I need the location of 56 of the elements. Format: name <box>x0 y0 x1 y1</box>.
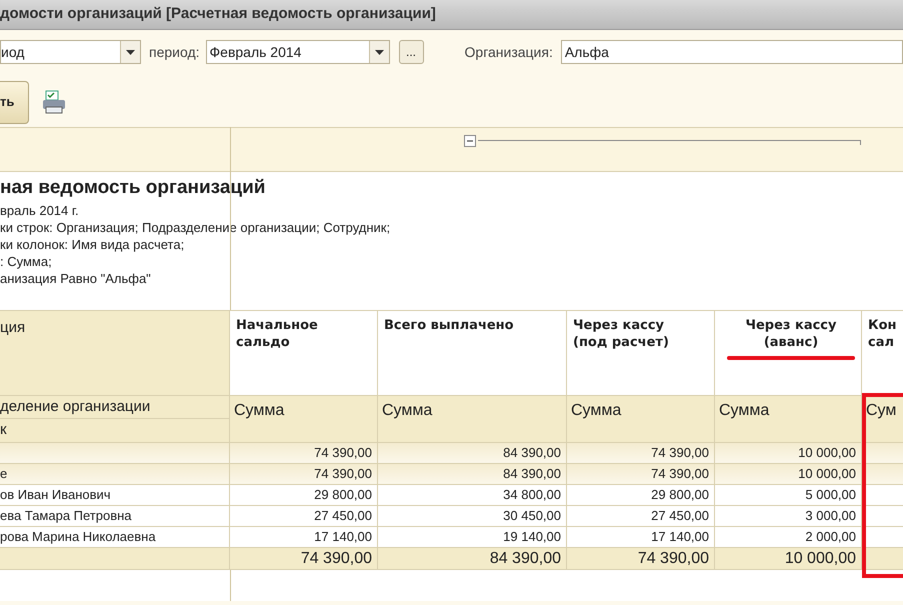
report-title: ная ведомость организаций <box>0 176 266 200</box>
column-header: Сумма <box>715 396 862 442</box>
window-title: домости организаций [Расчетная ведомость организации] <box>0 4 436 24</box>
column-header: Сумма <box>567 396 715 442</box>
amount-cell: 84 390,00 <box>378 443 567 463</box>
amount-cell: 2 000,00 <box>715 527 862 547</box>
amount-cell: 29 800,00 <box>567 485 715 505</box>
organization-label: Организация: <box>464 42 553 62</box>
amount-cell: 30 450,00 <box>378 506 567 526</box>
more-button[interactable]: ... <box>398 40 424 64</box>
amount-cell: 27 450,00 <box>230 506 378 526</box>
column-header: Сум <box>862 396 903 442</box>
report-parameter: враль 2014 г. <box>0 202 79 219</box>
amount-cell: 84 390,00 <box>378 548 567 569</box>
collapse-icon[interactable] <box>464 135 476 147</box>
amount-cell: 74 390,00 <box>230 548 378 569</box>
report-parameter: ки строк: Организация; Подразделение организации; Сотрудник; <box>0 219 390 236</box>
organization-field[interactable]: Альфа <box>560 40 903 64</box>
caret-icon <box>368 41 389 63</box>
column-header: Сумма <box>230 396 378 442</box>
period-label: период: <box>149 42 200 62</box>
amount-cell: 5 000,00 <box>715 485 862 505</box>
amount-cell: 10 000,00 <box>715 443 862 463</box>
employee-name: ева Тамара Петровна <box>0 508 132 523</box>
amount-cell: 17 140,00 <box>230 527 378 547</box>
column-header: Через кассу (аванс) <box>745 317 836 351</box>
period-dropdown[interactable]: Февраль 2014 <box>206 40 390 64</box>
column-header: Начальное сальдо <box>230 311 378 395</box>
period-kind-dropdown[interactable]: иод <box>0 40 141 64</box>
amount-cell: 84 390,00 <box>378 464 567 484</box>
row-header: деление организации <box>0 397 150 417</box>
amount-cell: 34 800,00 <box>378 485 567 505</box>
amount-cell: 29 800,00 <box>230 485 378 505</box>
amount-cell: 74 390,00 <box>230 464 378 484</box>
column-header: ция <box>0 311 230 395</box>
report-parameter: ки колонок: Имя вида расчета; <box>0 236 184 253</box>
column-header: Сумма <box>378 396 567 442</box>
amount-cell: 74 390,00 <box>230 443 378 463</box>
employee-name: ов Иван Иванович <box>0 487 111 502</box>
amount-cell: 74 390,00 <box>567 548 715 569</box>
employee-name: е <box>0 466 8 481</box>
row-header: к <box>0 418 229 441</box>
toolbar-button[interactable]: ть <box>0 80 29 124</box>
printer-icon[interactable] <box>42 89 66 115</box>
amount-cell: 27 450,00 <box>567 506 715 526</box>
amount-cell: 3 000,00 <box>715 506 862 526</box>
amount-cell: 10 000,00 <box>715 464 862 484</box>
report-parameter: : Сумма; <box>0 253 52 270</box>
caret-icon <box>120 41 140 63</box>
amount-cell: 74 390,00 <box>567 443 715 463</box>
amount-cell: 10 000,00 <box>715 548 862 569</box>
employee-name: рова Марина Николаевна <box>0 529 156 544</box>
amount-cell: 74 390,00 <box>567 464 715 484</box>
report-parameter: анизация Равно "Альфа" <box>0 270 151 287</box>
amount-cell: 17 140,00 <box>567 527 715 547</box>
amount-cell: 19 140,00 <box>378 527 567 547</box>
